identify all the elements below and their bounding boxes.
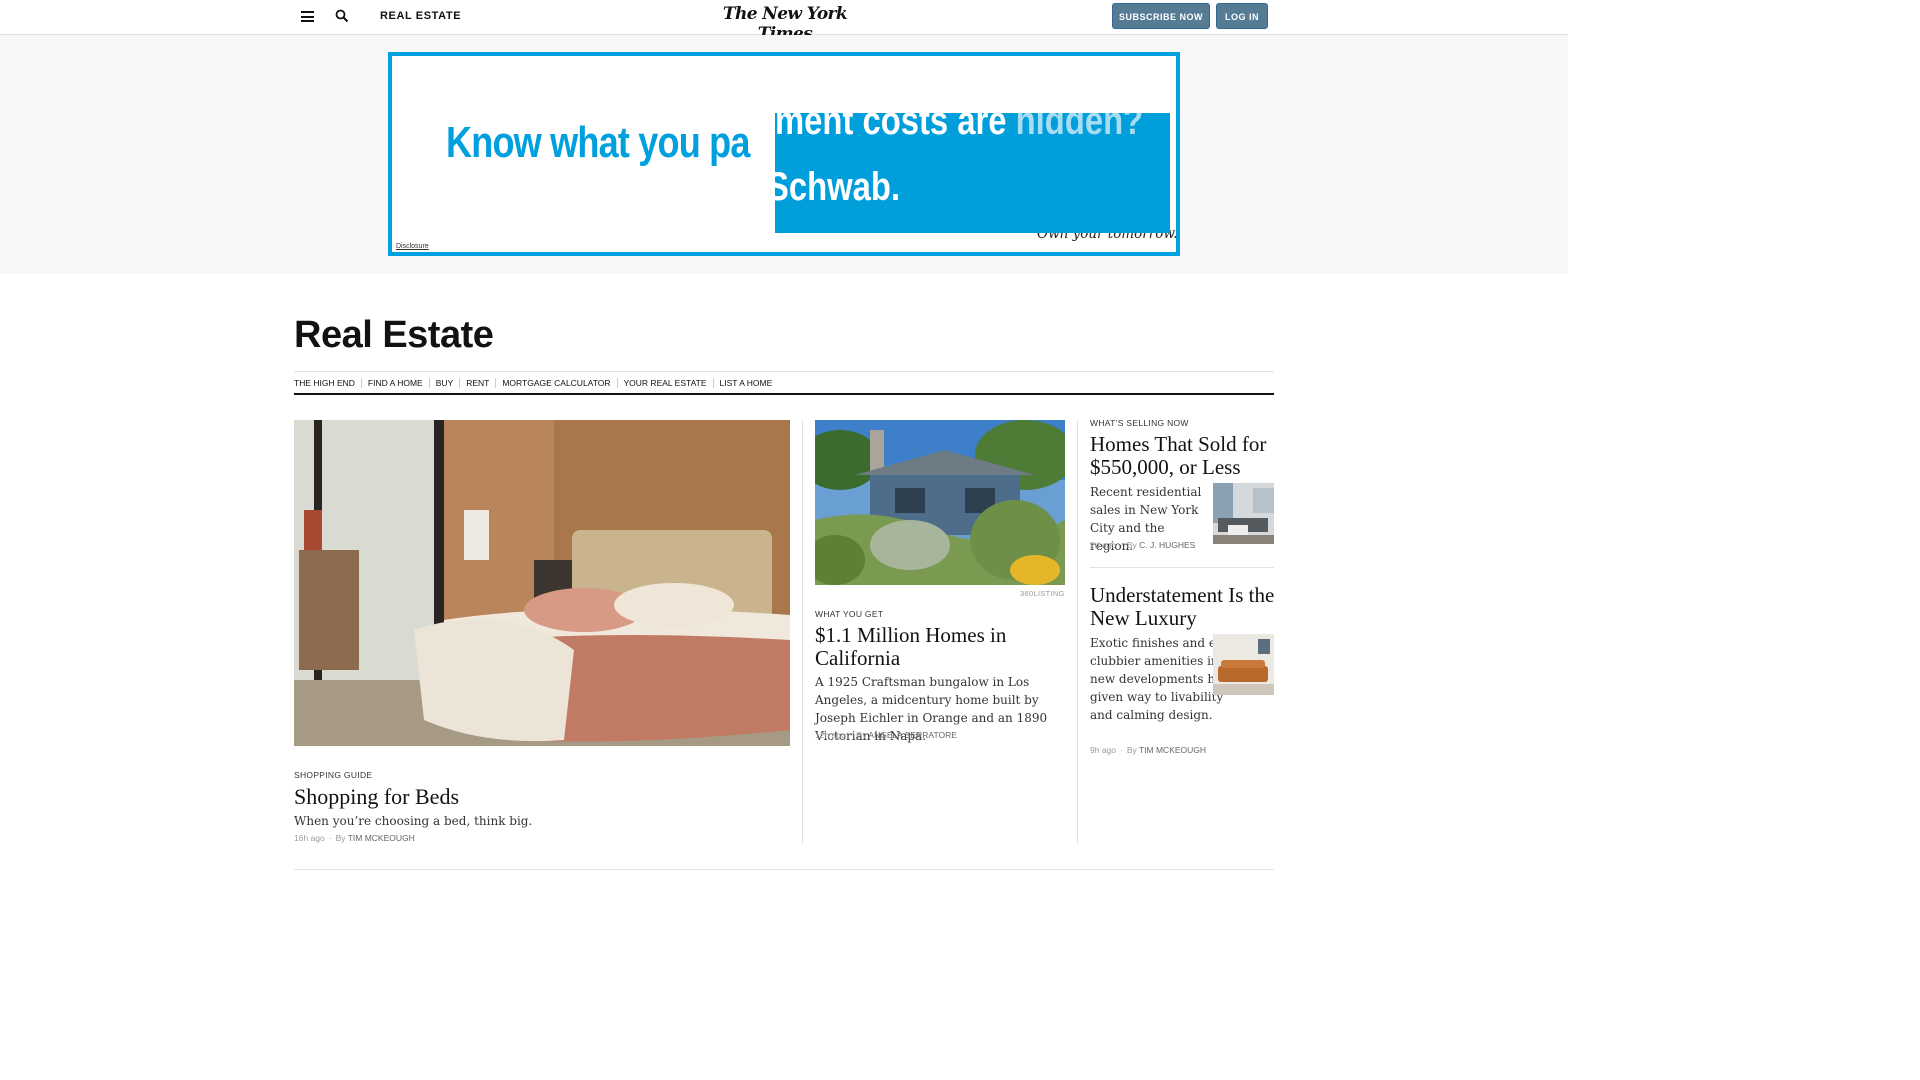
timestamp: 9h ago [1090,745,1116,755]
byline-prefix: By [856,730,867,740]
ad-block-line2: Schwab. [775,165,901,209]
right-story-1-kicker: WHAT’S SELLING NOW [1090,418,1189,428]
column-divider [802,420,803,844]
byline-prefix: By [1126,745,1137,755]
section-name-link[interactable]: REAL ESTATE [380,10,461,22]
author-link[interactable]: TIM MCKEOUGH [1139,745,1206,755]
lead-story-image[interactable] [294,420,790,746]
byline-prefix: By [335,833,346,843]
right-story-2-thumbnail[interactable] [1213,634,1274,695]
author-link[interactable]: ANGELA SERRATORE [868,730,957,740]
timestamp: 12h ago [815,730,846,740]
divider [1090,567,1274,568]
subscribe-button[interactable]: SUBSCRIBE NOW [1112,3,1210,29]
right-story-1-headline[interactable]: Homes That Sold for $550,000, or Less [1090,433,1276,479]
byline-prefix: By [1126,540,1137,550]
middle-story-byline: 12h ago · By ANGELA SERRATORE [815,730,957,740]
lead-story-byline: 16h ago · By TIM MCKEOUGH [294,833,415,843]
right-story-2-byline: 9h ago · By TIM MCKEOUGH [1090,745,1207,755]
subnav-item-mortgage-calculator[interactable]: MORTGAGE CALCULATOR [495,378,616,388]
subnav-item-rent[interactable]: RENT [459,378,495,388]
right-story-1-thumbnail[interactable] [1213,483,1274,544]
ad-disclosure-link[interactable]: Disclosure [396,243,429,250]
section-divider [294,869,1274,870]
timestamp: 16h ago [294,833,325,843]
menu-icon[interactable] [301,11,314,22]
right-story-1-byline: 2d ago · By C. J. HUGHES [1090,540,1196,550]
ad-block-line1: ment costs are [775,113,1007,143]
ad-block: ment costs are hidden? Schwab. [775,113,1170,233]
subnav-item-buy[interactable]: BUY [428,378,459,388]
subnav-item-your-real-estate[interactable]: YOUR REAL ESTATE [616,378,713,388]
section-subnav: THE HIGH END FIND A HOME BUY RENT MORTGA… [294,371,1274,395]
middle-story-headline[interactable]: $1.1 Million Homes in California [815,624,1065,670]
author-link[interactable]: C. J. HUGHES [1139,540,1195,550]
top-bar: REAL ESTATE The New York Times SUBSCRIBE… [0,0,1568,44]
lead-story-summary: When you’re choosing a bed, think big. [294,814,533,828]
subnav-item-the-high-end[interactable]: THE HIGH END [294,378,361,388]
image-credit: 360LISTING [1020,589,1065,598]
lead-story-headline[interactable]: Shopping for Beds [294,785,459,809]
ad-headline-left: Know what you pa [446,118,750,167]
subnav-item-find-a-home[interactable]: FIND A HOME [360,378,429,388]
login-button[interactable]: LOG IN [1216,3,1268,29]
lead-story-kicker: SHOPPING GUIDE [294,770,373,780]
right-story-2-headline[interactable]: Understatement Is the New Luxury [1090,584,1280,630]
middle-story-kicker: WHAT YOU GET [815,609,884,619]
search-icon[interactable] [335,9,349,23]
advertisement[interactable]: Know what you pa Own your tomorrow. ment… [388,52,1180,256]
subnav-item-list-a-home[interactable]: LIST A HOME [712,378,779,388]
timestamp: 2d ago [1090,540,1116,550]
column-divider [1077,420,1078,844]
author-link[interactable]: TIM MCKEOUGH [348,833,415,843]
page-title: Real Estate [294,314,494,356]
ad-block-hidden-word: hidden? [1015,113,1144,143]
middle-story-image[interactable] [815,420,1065,585]
